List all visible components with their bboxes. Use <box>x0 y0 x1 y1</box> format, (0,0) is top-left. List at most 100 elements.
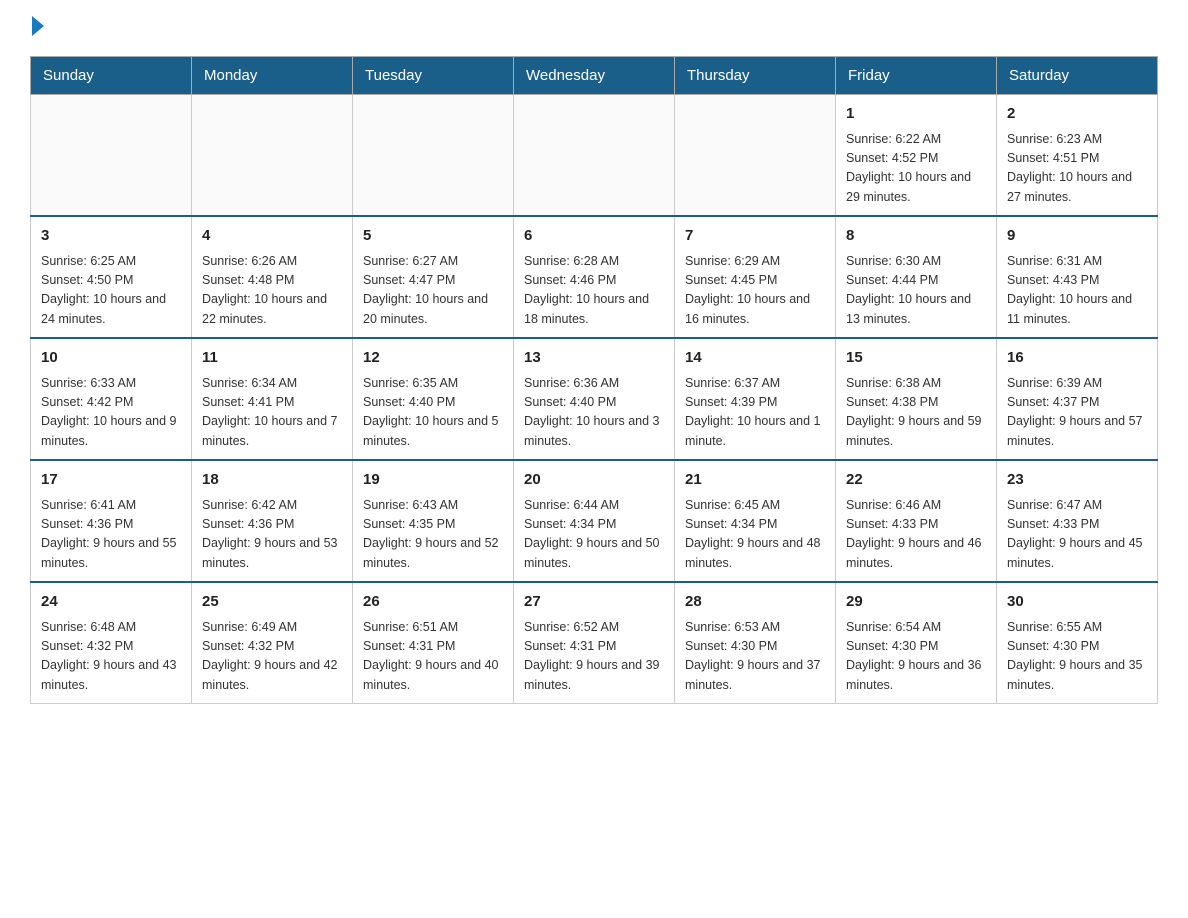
day-info: Sunrise: 6:23 AM Sunset: 4:51 PM Dayligh… <box>1007 130 1147 208</box>
day-info: Sunrise: 6:35 AM Sunset: 4:40 PM Dayligh… <box>363 374 503 452</box>
day-of-week-header: Thursday <box>675 57 836 95</box>
calendar-cell: 22 Sunrise: 6:46 AM Sunset: 4:33 PM Dayli… <box>836 460 997 582</box>
logo <box>30 20 44 36</box>
day-of-week-header: Monday <box>192 57 353 95</box>
day-of-week-header: Friday <box>836 57 997 95</box>
day-number: 13 <box>524 347 664 370</box>
day-number: 11 <box>202 347 342 370</box>
day-number: 23 <box>1007 469 1147 492</box>
day-number: 3 <box>41 225 181 248</box>
calendar-cell: 6 Sunrise: 6:28 AM Sunset: 4:46 PM Daylig… <box>514 216 675 338</box>
calendar-cell: 12 Sunrise: 6:35 AM Sunset: 4:40 PM Dayli… <box>353 338 514 460</box>
day-info: Sunrise: 6:45 AM Sunset: 4:34 PM Dayligh… <box>685 496 825 574</box>
day-info: Sunrise: 6:43 AM Sunset: 4:35 PM Dayligh… <box>363 496 503 574</box>
day-number: 7 <box>685 225 825 248</box>
day-info: Sunrise: 6:29 AM Sunset: 4:45 PM Dayligh… <box>685 252 825 330</box>
day-info: Sunrise: 6:46 AM Sunset: 4:33 PM Dayligh… <box>846 496 986 574</box>
day-info: Sunrise: 6:36 AM Sunset: 4:40 PM Dayligh… <box>524 374 664 452</box>
day-number: 8 <box>846 225 986 248</box>
calendar-cell: 28 Sunrise: 6:53 AM Sunset: 4:30 PM Dayli… <box>675 582 836 704</box>
day-info: Sunrise: 6:41 AM Sunset: 4:36 PM Dayligh… <box>41 496 181 574</box>
day-info: Sunrise: 6:42 AM Sunset: 4:36 PM Dayligh… <box>202 496 342 574</box>
day-number: 15 <box>846 347 986 370</box>
calendar-cell: 10 Sunrise: 6:33 AM Sunset: 4:42 PM Dayli… <box>31 338 192 460</box>
day-info: Sunrise: 6:28 AM Sunset: 4:46 PM Dayligh… <box>524 252 664 330</box>
day-number: 22 <box>846 469 986 492</box>
day-info: Sunrise: 6:47 AM Sunset: 4:33 PM Dayligh… <box>1007 496 1147 574</box>
day-number: 20 <box>524 469 664 492</box>
calendar-cell: 27 Sunrise: 6:52 AM Sunset: 4:31 PM Dayli… <box>514 582 675 704</box>
calendar-cell: 13 Sunrise: 6:36 AM Sunset: 4:40 PM Dayli… <box>514 338 675 460</box>
day-info: Sunrise: 6:52 AM Sunset: 4:31 PM Dayligh… <box>524 618 664 696</box>
calendar-week-row: 10 Sunrise: 6:33 AM Sunset: 4:42 PM Dayli… <box>31 338 1158 460</box>
day-number: 19 <box>363 469 503 492</box>
day-number: 2 <box>1007 103 1147 126</box>
day-number: 18 <box>202 469 342 492</box>
calendar-cell <box>192 95 353 217</box>
calendar-cell: 19 Sunrise: 6:43 AM Sunset: 4:35 PM Dayli… <box>353 460 514 582</box>
day-info: Sunrise: 6:27 AM Sunset: 4:47 PM Dayligh… <box>363 252 503 330</box>
page-header <box>30 20 1158 36</box>
day-number: 26 <box>363 591 503 614</box>
calendar-cell: 4Sunrise: 6:26 AM Sunset: 4:48 PM Daylig… <box>192 216 353 338</box>
calendar-cell: 9 Sunrise: 6:31 AM Sunset: 4:43 PM Daylig… <box>997 216 1158 338</box>
calendar-cell: 24 Sunrise: 6:48 AM Sunset: 4:32 PM Dayli… <box>31 582 192 704</box>
day-number: 21 <box>685 469 825 492</box>
day-number: 27 <box>524 591 664 614</box>
calendar-cell: 16 Sunrise: 6:39 AM Sunset: 4:37 PM Dayli… <box>997 338 1158 460</box>
calendar-cell: 1 Sunrise: 6:22 AM Sunset: 4:52 PM Daylig… <box>836 95 997 217</box>
calendar-cell: 11 Sunrise: 6:34 AM Sunset: 4:41 PM Dayli… <box>192 338 353 460</box>
calendar-cell: 8 Sunrise: 6:30 AM Sunset: 4:44 PM Daylig… <box>836 216 997 338</box>
day-number: 16 <box>1007 347 1147 370</box>
day-number: 9 <box>1007 225 1147 248</box>
calendar-cell <box>514 95 675 217</box>
day-info: Sunrise: 6:33 AM Sunset: 4:42 PM Dayligh… <box>41 374 181 452</box>
day-info: Sunrise: 6:48 AM Sunset: 4:32 PM Dayligh… <box>41 618 181 696</box>
day-number: 6 <box>524 225 664 248</box>
day-info: Sunrise: 6:30 AM Sunset: 4:44 PM Dayligh… <box>846 252 986 330</box>
day-info: Sunrise: 6:38 AM Sunset: 4:38 PM Dayligh… <box>846 374 986 452</box>
calendar-cell: 15 Sunrise: 6:38 AM Sunset: 4:38 PM Dayli… <box>836 338 997 460</box>
calendar-week-row: 24 Sunrise: 6:48 AM Sunset: 4:32 PM Dayli… <box>31 582 1158 704</box>
calendar-cell: 2 Sunrise: 6:23 AM Sunset: 4:51 PM Daylig… <box>997 95 1158 217</box>
day-number: 4 <box>202 225 342 248</box>
day-number: 1 <box>846 103 986 126</box>
calendar-cell: 20Sunrise: 6:44 AM Sunset: 4:34 PM Dayli… <box>514 460 675 582</box>
calendar-week-row: 1 Sunrise: 6:22 AM Sunset: 4:52 PM Daylig… <box>31 95 1158 217</box>
calendar-week-row: 3Sunrise: 6:25 AM Sunset: 4:50 PM Daylig… <box>31 216 1158 338</box>
day-number: 17 <box>41 469 181 492</box>
day-info: Sunrise: 6:55 AM Sunset: 4:30 PM Dayligh… <box>1007 618 1147 696</box>
calendar-cell <box>675 95 836 217</box>
day-number: 5 <box>363 225 503 248</box>
day-number: 14 <box>685 347 825 370</box>
calendar-cell: 18 Sunrise: 6:42 AM Sunset: 4:36 PM Dayli… <box>192 460 353 582</box>
day-info: Sunrise: 6:49 AM Sunset: 4:32 PM Dayligh… <box>202 618 342 696</box>
day-number: 10 <box>41 347 181 370</box>
logo-arrow-icon <box>32 16 44 36</box>
day-of-week-header: Saturday <box>997 57 1158 95</box>
calendar-header-row: SundayMondayTuesdayWednesdayThursdayFrid… <box>31 57 1158 95</box>
day-number: 12 <box>363 347 503 370</box>
day-info: Sunrise: 6:34 AM Sunset: 4:41 PM Dayligh… <box>202 374 342 452</box>
calendar-cell <box>31 95 192 217</box>
day-info: Sunrise: 6:39 AM Sunset: 4:37 PM Dayligh… <box>1007 374 1147 452</box>
day-number: 28 <box>685 591 825 614</box>
calendar-cell: 26 Sunrise: 6:51 AM Sunset: 4:31 PM Dayli… <box>353 582 514 704</box>
day-info: Sunrise: 6:54 AM Sunset: 4:30 PM Dayligh… <box>846 618 986 696</box>
day-info: Sunrise: 6:37 AM Sunset: 4:39 PM Dayligh… <box>685 374 825 452</box>
calendar-table: SundayMondayTuesdayWednesdayThursdayFrid… <box>30 56 1158 704</box>
day-info: Sunrise: 6:53 AM Sunset: 4:30 PM Dayligh… <box>685 618 825 696</box>
calendar-cell: 5 Sunrise: 6:27 AM Sunset: 4:47 PM Daylig… <box>353 216 514 338</box>
day-info: Sunrise: 6:31 AM Sunset: 4:43 PM Dayligh… <box>1007 252 1147 330</box>
day-number: 24 <box>41 591 181 614</box>
calendar-cell: 23 Sunrise: 6:47 AM Sunset: 4:33 PM Dayli… <box>997 460 1158 582</box>
calendar-cell: 3Sunrise: 6:25 AM Sunset: 4:50 PM Daylig… <box>31 216 192 338</box>
day-number: 29 <box>846 591 986 614</box>
day-number: 25 <box>202 591 342 614</box>
day-info: Sunrise: 6:51 AM Sunset: 4:31 PM Dayligh… <box>363 618 503 696</box>
calendar-cell: 7 Sunrise: 6:29 AM Sunset: 4:45 PM Daylig… <box>675 216 836 338</box>
day-of-week-header: Wednesday <box>514 57 675 95</box>
calendar-week-row: 17 Sunrise: 6:41 AM Sunset: 4:36 PM Dayli… <box>31 460 1158 582</box>
calendar-cell: 17 Sunrise: 6:41 AM Sunset: 4:36 PM Dayli… <box>31 460 192 582</box>
day-info: Sunrise: 6:22 AM Sunset: 4:52 PM Dayligh… <box>846 130 986 208</box>
